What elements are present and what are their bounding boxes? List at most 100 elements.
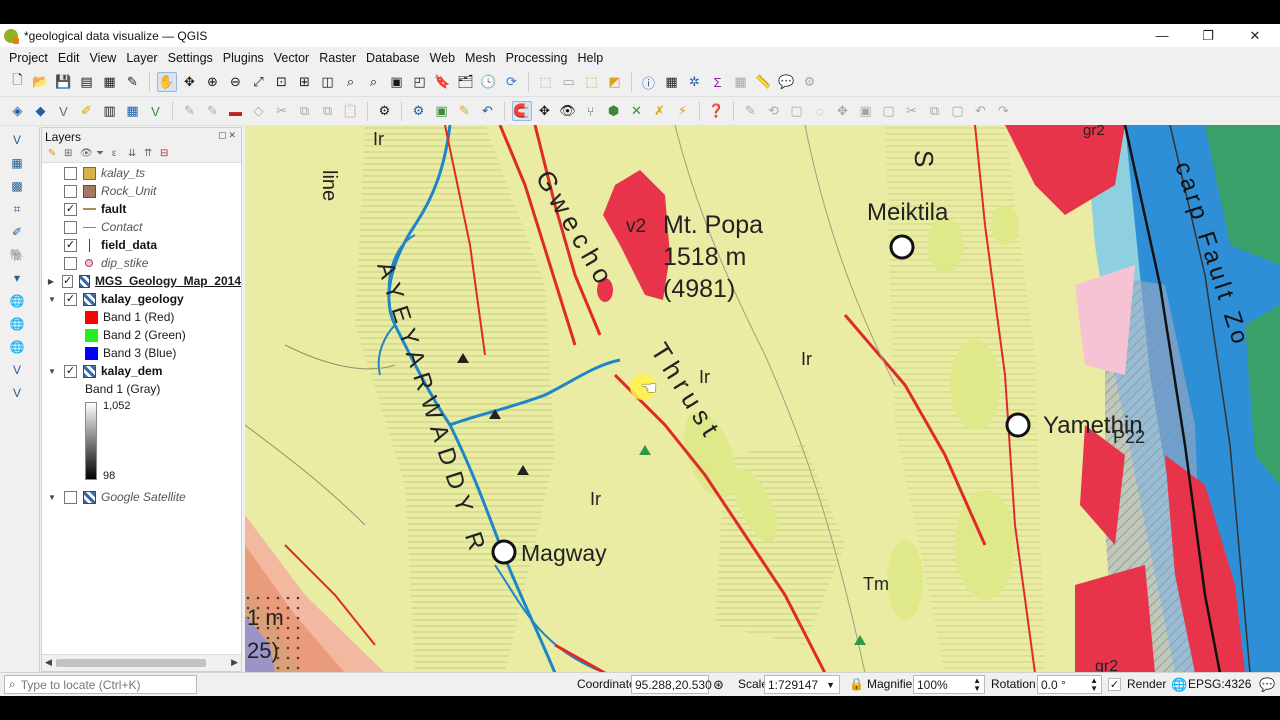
select-features-icon[interactable]: ⬚ bbox=[536, 72, 556, 92]
edits-icon[interactable]: ✎ bbox=[180, 101, 200, 121]
model-designer-icon[interactable]: ▣ bbox=[432, 101, 452, 121]
manage-themes-icon[interactable]: 👁 bbox=[80, 148, 96, 159]
add-vector-layer-icon[interactable]: V bbox=[6, 130, 28, 150]
menu-web[interactable]: Web bbox=[425, 51, 460, 65]
spin-arrows-icon[interactable]: ▲ ▼ bbox=[1090, 676, 1098, 693]
layer-row-dip-stike[interactable]: dip_stike bbox=[42, 254, 241, 272]
scroll-left-icon[interactable]: ◀ bbox=[45, 657, 52, 668]
layer-row-contact[interactable]: Contact bbox=[42, 218, 241, 236]
statistics-icon[interactable]: Σ bbox=[708, 72, 728, 92]
advanced-digitize-icon[interactable]: ✎ bbox=[741, 101, 761, 121]
zoom-to-selection-icon[interactable]: ⊡ bbox=[272, 72, 292, 92]
map-tips-icon[interactable]: 💬 bbox=[777, 72, 797, 92]
style-manager-icon[interactable]: ✎ bbox=[123, 72, 143, 92]
menu-database[interactable]: Database bbox=[361, 51, 425, 65]
delete-part-icon[interactable]: ▢ bbox=[879, 101, 899, 121]
layer-checkbox[interactable]: ✓ bbox=[64, 292, 77, 306]
close-button[interactable]: ✕ bbox=[1232, 24, 1278, 47]
simplify-icon[interactable]: ▢ bbox=[787, 101, 807, 121]
layer-checkbox[interactable]: ✓ bbox=[64, 202, 77, 216]
cut-features-icon[interactable]: ⧉ bbox=[295, 101, 315, 121]
processing-toolbox-icon[interactable]: ⚙ bbox=[409, 101, 429, 121]
vertex-tool-icon[interactable]: ◇ bbox=[249, 101, 269, 121]
render-checkbox[interactable]: ✓ bbox=[1108, 678, 1121, 691]
refresh-icon[interactable]: ⟳ bbox=[502, 72, 522, 92]
snapping-icon[interactable]: 🧲 bbox=[511, 101, 532, 121]
view-icon[interactable]: 👁 bbox=[558, 101, 578, 121]
open-attribute-table-icon[interactable]: ▦ bbox=[731, 72, 751, 92]
layer-checkbox[interactable]: ✓ bbox=[61, 274, 74, 288]
menu-view[interactable]: View bbox=[84, 51, 121, 65]
add-wfs-layer-icon[interactable]: 🌐 bbox=[6, 337, 28, 357]
panel-float-close-icon[interactable]: ▢✕ bbox=[218, 130, 238, 141]
scroll-right-icon[interactable]: ▶ bbox=[231, 657, 238, 668]
trace-icon[interactable]: ⬢ bbox=[604, 101, 624, 121]
zoom-out-icon[interactable]: ⊖ bbox=[226, 72, 246, 92]
collapse-icon[interactable]: ▼ bbox=[47, 367, 57, 376]
delete-selected-icon[interactable]: ✂ bbox=[272, 101, 292, 121]
filter-expression-icon[interactable]: ε bbox=[112, 148, 128, 159]
layer-row-google-satellite[interactable]: ▼ Google Satellite bbox=[42, 488, 241, 506]
new-3d-map-icon[interactable]: ◰ bbox=[410, 72, 430, 92]
rotation-spinbox[interactable]: 0.0 ° ▲ ▼ bbox=[1037, 675, 1102, 694]
collapse-all-icon[interactable]: ⇈ bbox=[144, 148, 160, 159]
annotation-icon[interactable]: ⚙ bbox=[800, 72, 820, 92]
ruler-icon[interactable]: ⚡ bbox=[673, 101, 693, 121]
delete-ring-icon[interactable]: ▣ bbox=[856, 101, 876, 121]
digitizing-icon[interactable]: ✥ bbox=[535, 101, 555, 121]
add-raster-icon[interactable]: ▦ bbox=[123, 101, 143, 121]
select-location-icon[interactable]: ◩ bbox=[605, 72, 625, 92]
new-project-icon[interactable]: 🗋 bbox=[8, 72, 28, 92]
digitize-icon[interactable]: ✐ bbox=[77, 101, 97, 121]
history-icon[interactable]: ✎ bbox=[455, 101, 475, 121]
zoom-to-layer-icon[interactable]: ⊞ bbox=[295, 72, 315, 92]
intersect-icon[interactable]: ✕ bbox=[627, 101, 647, 121]
add-delimited-icon[interactable]: ▥ bbox=[100, 101, 120, 121]
scale-combobox[interactable]: 1:729147 ▼ bbox=[764, 675, 840, 694]
map-canvas[interactable]: line Ir Gwecho v2 Mt. Popa 1518 m (4981)… bbox=[245, 125, 1280, 673]
layer-row-fault[interactable]: ✓ fault bbox=[42, 200, 241, 218]
add-vector-icon[interactable]: V bbox=[54, 101, 74, 121]
add-group-icon[interactable]: ⊞ bbox=[64, 148, 80, 159]
measure-icon[interactable]: 📏 bbox=[754, 72, 774, 92]
locator-search-input[interactable]: ⌕ Type to locate (Ctrl+K) bbox=[4, 675, 197, 694]
toggle-editing-icon[interactable]: ✎ bbox=[203, 101, 223, 121]
offset-curve-icon[interactable]: ⧉ bbox=[925, 101, 945, 121]
menu-processing[interactable]: Processing bbox=[501, 51, 573, 65]
field-calculator-icon[interactable]: ✲ bbox=[685, 72, 705, 92]
crs-label[interactable]: EPSG:4326 bbox=[1188, 677, 1251, 691]
show-bookmarks-icon[interactable]: 🗂 bbox=[456, 72, 476, 92]
split-icon[interactable]: ⑂ bbox=[581, 101, 601, 121]
menu-raster[interactable]: Raster bbox=[314, 51, 361, 65]
menu-edit[interactable]: Edit bbox=[53, 51, 85, 65]
messages-icon[interactable]: 💬 bbox=[1259, 677, 1275, 693]
crs-globe-icon[interactable]: 🌐 bbox=[1171, 677, 1187, 693]
menu-project[interactable]: Project bbox=[4, 51, 53, 65]
collapse-icon[interactable]: ▼ bbox=[47, 295, 57, 304]
layer-checkbox[interactable] bbox=[64, 490, 77, 504]
layers-horizontal-scrollbar[interactable]: ◀ ▶ bbox=[42, 654, 241, 671]
add-wcs-layer-icon[interactable]: 🌐 bbox=[6, 314, 28, 334]
add-postgis-icon[interactable]: 🐘 bbox=[6, 245, 28, 265]
add-virtual-layer-icon[interactable]: ▾ bbox=[6, 268, 28, 288]
save-project-icon[interactable]: 💾 bbox=[54, 72, 74, 92]
more-layers-icon[interactable]: V bbox=[6, 383, 28, 403]
layer-row-field-data[interactable]: ✓ field_data bbox=[42, 236, 241, 254]
identify-features-icon[interactable]: ⓘ bbox=[639, 72, 659, 92]
collapse-icon[interactable]: ▼ bbox=[47, 493, 57, 502]
remove-layer-icon[interactable]: ⊟ bbox=[160, 148, 176, 159]
menu-layer[interactable]: Layer bbox=[121, 51, 162, 65]
filter-legend-icon[interactable]: ⏷ bbox=[96, 148, 112, 159]
new-geopackage-icon[interactable]: ◆ bbox=[31, 101, 51, 121]
layer-checkbox[interactable] bbox=[64, 220, 77, 234]
zoom-native-icon[interactable]: ◫ bbox=[318, 72, 338, 92]
magnifier-spinbox[interactable]: 100% ▲ ▼ bbox=[913, 675, 985, 694]
add-delimited-text-icon[interactable]: ⌗ bbox=[6, 199, 28, 219]
layer-checkbox[interactable]: ✓ bbox=[64, 238, 77, 252]
menu-help[interactable]: Help bbox=[572, 51, 608, 65]
open-styling-icon[interactable]: ✎ bbox=[48, 148, 64, 159]
add-wms-icon[interactable]: V bbox=[146, 101, 166, 121]
layout-manager-icon[interactable]: ▦ bbox=[100, 72, 120, 92]
layer-row-kalay-ts[interactable]: kalay_ts bbox=[42, 164, 241, 182]
layer-row-rock-unit[interactable]: Rock_Unit bbox=[42, 182, 241, 200]
